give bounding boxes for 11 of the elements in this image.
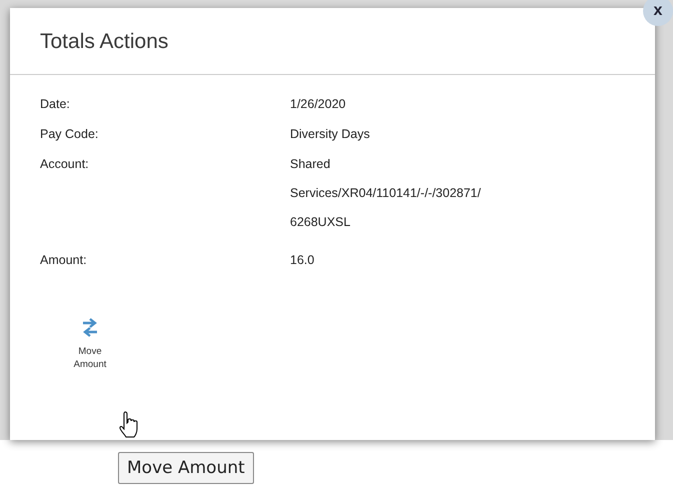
swap-arrows-icon xyxy=(81,317,99,337)
field-value: 16.0 xyxy=(290,253,316,267)
field-label: Amount: xyxy=(40,253,88,267)
field-label: Account: xyxy=(40,157,90,173)
dialog-title: Totals Actions xyxy=(40,30,168,53)
field-label: Date: xyxy=(40,97,71,111)
field-value: 1/26/2020 xyxy=(290,97,347,111)
field-label: Pay Code: xyxy=(40,127,100,141)
tooltip: Move Amount xyxy=(118,452,254,484)
field-value: Shared Services/XR04/110141/-/-/302871/ 6268UXSL xyxy=(290,156,482,231)
field-value: Diversity Days xyxy=(290,127,371,141)
